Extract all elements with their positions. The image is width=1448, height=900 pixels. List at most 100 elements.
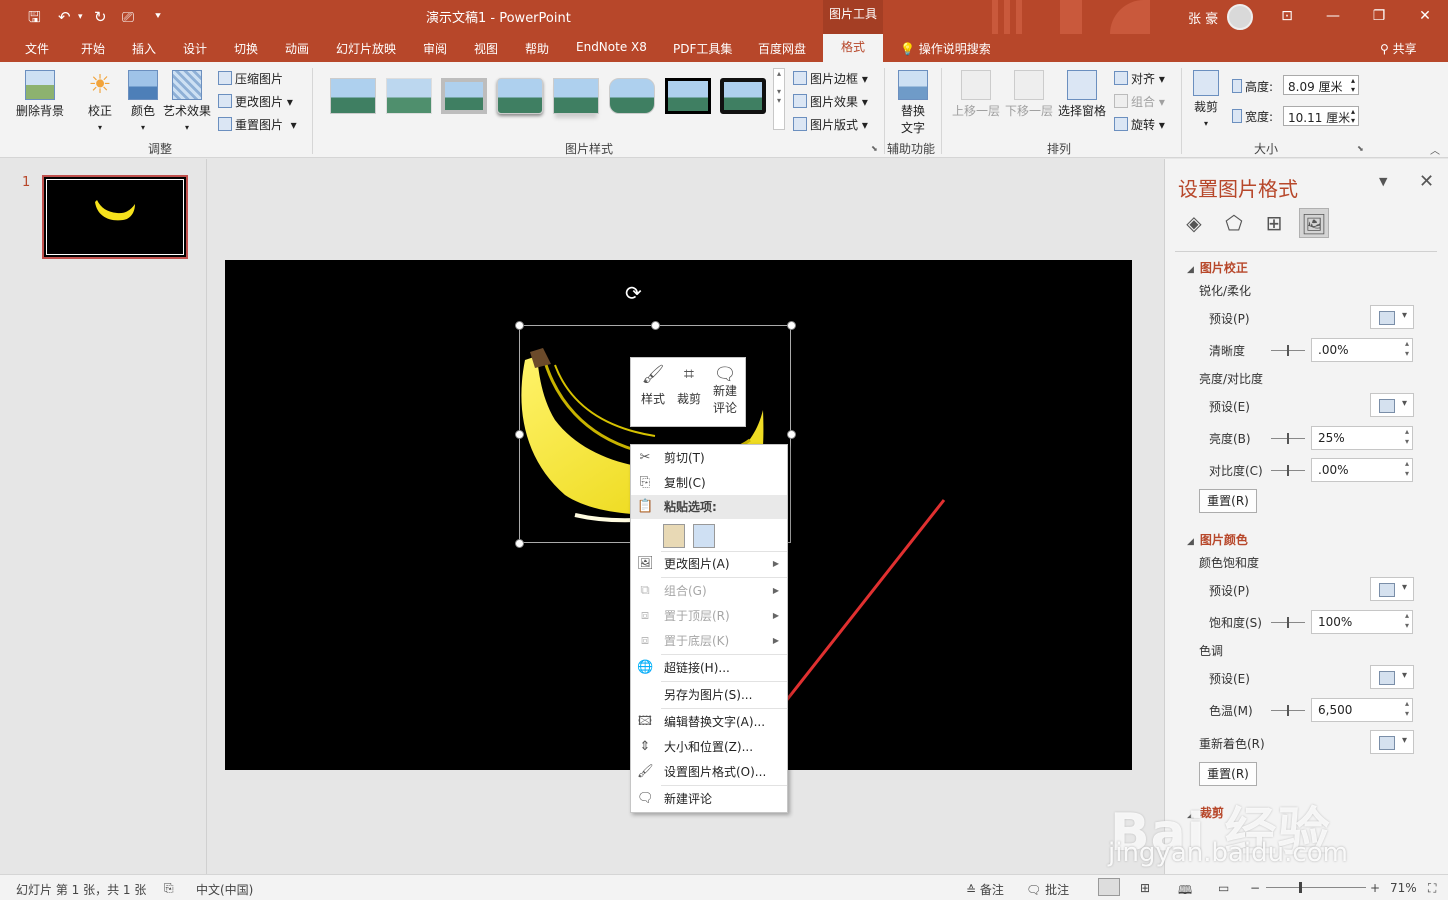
pane-close-icon[interactable]: ✕ bbox=[1419, 171, 1434, 192]
width-input[interactable]: 10.11 厘米 ▴ ▾ bbox=[1283, 106, 1359, 126]
zoom-in-icon[interactable]: + bbox=[1370, 881, 1380, 895]
tab-endnote[interactable]: EndNote X8 bbox=[576, 40, 647, 54]
artistic-effects-button[interactable]: 艺术效果 ▾ bbox=[163, 70, 211, 133]
tab-pdf-tools[interactable]: PDF工具集 bbox=[673, 40, 732, 57]
tab-help[interactable]: 帮助 bbox=[525, 40, 549, 57]
slideshow-icon[interactable]: ▭ bbox=[1218, 881, 1229, 895]
group-button[interactable]: 组合 ▾ bbox=[1114, 93, 1165, 110]
height-input[interactable]: 8.09 厘米 ▴ ▾ bbox=[1283, 75, 1359, 95]
selection-pane-button[interactable]: 选择窗格 bbox=[1058, 70, 1106, 119]
reset-picture-button[interactable]: 重置图片 ▾ bbox=[218, 116, 297, 133]
tab-format[interactable]: 格式 bbox=[823, 34, 883, 62]
tab-insert[interactable]: 插入 bbox=[132, 40, 156, 57]
paste-keep-formatting-icon[interactable] bbox=[663, 524, 685, 548]
resize-handle-w[interactable] bbox=[515, 430, 524, 439]
picture-style-7[interactable] bbox=[665, 78, 711, 114]
tab-design[interactable]: 设计 bbox=[183, 40, 207, 57]
save-icon[interactable]: 🖫 bbox=[28, 6, 41, 28]
change-picture-button[interactable]: 更改图片 ▾ bbox=[218, 93, 293, 110]
normal-view-icon[interactable] bbox=[1098, 878, 1120, 896]
picture-effects-button[interactable]: 图片效果 ▾ bbox=[793, 93, 868, 110]
menu-item-size-position[interactable]: ⇕ 大小和位置(Z)... bbox=[631, 735, 787, 759]
rotate-button[interactable]: 旋转 ▾ bbox=[1114, 116, 1165, 133]
bring-forward-button[interactable]: 上移一层 bbox=[952, 70, 1000, 119]
spell-check-icon[interactable]: ⎘ bbox=[164, 881, 174, 896]
picture-style-6[interactable] bbox=[609, 78, 655, 114]
temperature-input[interactable]: 6,500 bbox=[1311, 698, 1413, 722]
pane-options-icon[interactable]: ▼ bbox=[1379, 175, 1387, 188]
align-button[interactable]: 对齐 ▾ bbox=[1114, 70, 1165, 87]
brightness-slider[interactable] bbox=[1271, 433, 1305, 444]
resize-handle-n[interactable] bbox=[651, 321, 660, 330]
size-properties-icon[interactable]: ⊞ bbox=[1259, 208, 1289, 238]
color-button[interactable]: 颜色 ▾ bbox=[128, 70, 158, 133]
picture-style-4[interactable] bbox=[497, 78, 543, 114]
menu-item-copy[interactable]: ⎘ 复制(C) bbox=[631, 471, 787, 495]
user-name[interactable]: 张 豪 bbox=[1188, 8, 1218, 27]
picture-layout-button[interactable]: 图片版式 ▾ bbox=[793, 116, 868, 133]
redo-icon[interactable]: ↻ bbox=[94, 6, 107, 28]
comments-button[interactable]: 🗨 批注 bbox=[1026, 881, 1069, 898]
dialog-launcher-icon[interactable]: ⬊ bbox=[871, 144, 878, 153]
tab-review[interactable]: 审阅 bbox=[423, 40, 447, 57]
language-indicator[interactable]: 中文(中国) bbox=[196, 881, 253, 898]
notes-button[interactable]: ≙ 备注 bbox=[966, 881, 1004, 898]
picture-icon[interactable]: 🖼 bbox=[1299, 208, 1329, 238]
saturation-slider[interactable] bbox=[1271, 617, 1305, 628]
rotate-handle-icon[interactable]: ⟳ bbox=[625, 281, 642, 305]
section-picture-corrections[interactable]: 图片校正 bbox=[1187, 259, 1248, 276]
restore-icon[interactable]: ❐ bbox=[1356, 0, 1402, 34]
tab-file[interactable]: 文件 bbox=[25, 40, 49, 57]
menu-item-new-comment[interactable]: 🗨 新建评论 bbox=[631, 787, 787, 811]
reset-color-button[interactable]: 重置(R) bbox=[1199, 762, 1257, 786]
resize-handle-e[interactable] bbox=[787, 430, 796, 439]
size-dialog-launcher-icon[interactable]: ⬊ bbox=[1357, 144, 1364, 153]
section-picture-color[interactable]: 图片颜色 bbox=[1187, 531, 1248, 548]
reading-view-icon[interactable]: 🕮 bbox=[1178, 881, 1192, 900]
saturation-presets-dropdown[interactable] bbox=[1370, 577, 1414, 601]
share-button[interactable]: ⚲ 共享 bbox=[1380, 40, 1417, 57]
gallery-scroll[interactable]: ▴ ▾ ▾ bbox=[773, 68, 785, 130]
menu-item-send-to-back[interactable]: ⧈ 置于底层(K) ▶ bbox=[631, 629, 787, 653]
contrast-slider[interactable] bbox=[1271, 465, 1305, 476]
picture-style-5[interactable] bbox=[553, 78, 599, 114]
sharpen-presets-dropdown[interactable] bbox=[1370, 305, 1414, 329]
reset-corrections-button[interactable]: 重置(R) bbox=[1199, 489, 1257, 513]
brightness-input[interactable]: 25% bbox=[1311, 426, 1413, 450]
send-backward-button[interactable]: 下移一层 bbox=[1005, 70, 1053, 119]
tab-view[interactable]: 视图 bbox=[474, 40, 498, 57]
picture-style-8[interactable] bbox=[720, 78, 766, 114]
zoom-slider[interactable] bbox=[1266, 882, 1366, 893]
menu-item-edit-alt-text[interactable]: 🖾 编辑替换文字(A)... bbox=[631, 710, 787, 734]
picture-style-2[interactable] bbox=[386, 78, 432, 114]
customize-qat-icon[interactable]: ⯆ bbox=[154, 6, 162, 28]
menu-item-save-as-picture[interactable]: 另存为图片(S)... bbox=[631, 683, 787, 707]
sharpness-input[interactable]: .00% bbox=[1311, 338, 1413, 362]
fit-slide-icon[interactable]: ⛶ bbox=[1428, 881, 1436, 896]
ribbon-display-icon[interactable]: ⊡ bbox=[1264, 0, 1310, 34]
menu-item-change-picture[interactable]: 🖼 更改图片(A) ▶ bbox=[631, 552, 787, 576]
picture-style-1[interactable] bbox=[330, 78, 376, 114]
menu-item-format-picture[interactable]: 🖌 设置图片格式(O)... bbox=[631, 760, 787, 784]
picture-style-3[interactable] bbox=[441, 78, 487, 114]
effects-icon[interactable]: ⬠ bbox=[1219, 208, 1249, 238]
close-icon[interactable]: ✕ bbox=[1402, 0, 1448, 34]
picture-border-button[interactable]: 图片边框 ▾ bbox=[793, 70, 868, 87]
sharpness-slider[interactable] bbox=[1271, 345, 1305, 356]
fill-line-icon[interactable]: ◈ bbox=[1179, 208, 1209, 238]
resize-handle-ne[interactable] bbox=[787, 321, 796, 330]
tone-presets-dropdown[interactable] bbox=[1370, 665, 1414, 689]
undo-dropdown-icon[interactable]: ▾ bbox=[78, 6, 83, 28]
menu-item-bring-to-front[interactable]: ⧈ 置于顶层(R) ▶ bbox=[631, 604, 787, 628]
mini-style-button[interactable]: 🖌 样式 bbox=[635, 364, 671, 407]
tab-baidu-netdisk[interactable]: 百度网盘 bbox=[758, 40, 806, 57]
menu-item-cut[interactable]: ✂ 剪切(T) bbox=[631, 446, 787, 470]
recolor-dropdown[interactable] bbox=[1370, 730, 1414, 754]
present-icon[interactable]: ⎚ bbox=[122, 6, 134, 28]
slide-thumbnail[interactable] bbox=[42, 175, 188, 259]
undo-icon[interactable]: ↶ bbox=[58, 6, 71, 28]
avatar[interactable] bbox=[1227, 4, 1253, 30]
tab-transitions[interactable]: 切换 bbox=[234, 40, 258, 57]
tell-me-search[interactable]: 💡 操作说明搜索 bbox=[900, 40, 991, 57]
remove-background-button[interactable]: 删除背景 bbox=[16, 70, 64, 119]
